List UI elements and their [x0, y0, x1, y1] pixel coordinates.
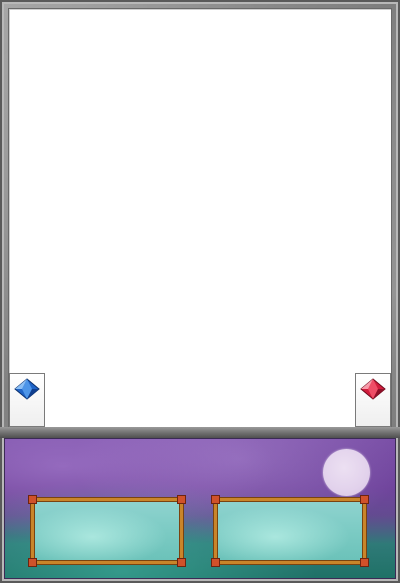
right-text-frame	[211, 495, 369, 567]
pendulum-right-scale	[355, 373, 391, 427]
corner-rivet	[177, 495, 186, 504]
moon-emblem	[323, 449, 370, 496]
frame-divider	[0, 427, 400, 438]
card-frame	[0, 0, 400, 583]
red-gem-icon	[360, 378, 386, 426]
corner-rivet	[360, 558, 369, 567]
left-text-frame	[28, 495, 186, 567]
blue-gem-icon	[14, 378, 40, 426]
corner-rivet	[28, 495, 37, 504]
corner-rivet	[211, 558, 220, 567]
corner-rivet	[211, 495, 220, 504]
artwork-window	[9, 9, 391, 427]
pendulum-left-scale	[9, 373, 45, 427]
corner-rivet	[28, 558, 37, 567]
corner-rivet	[360, 495, 369, 504]
corner-rivet	[177, 558, 186, 567]
